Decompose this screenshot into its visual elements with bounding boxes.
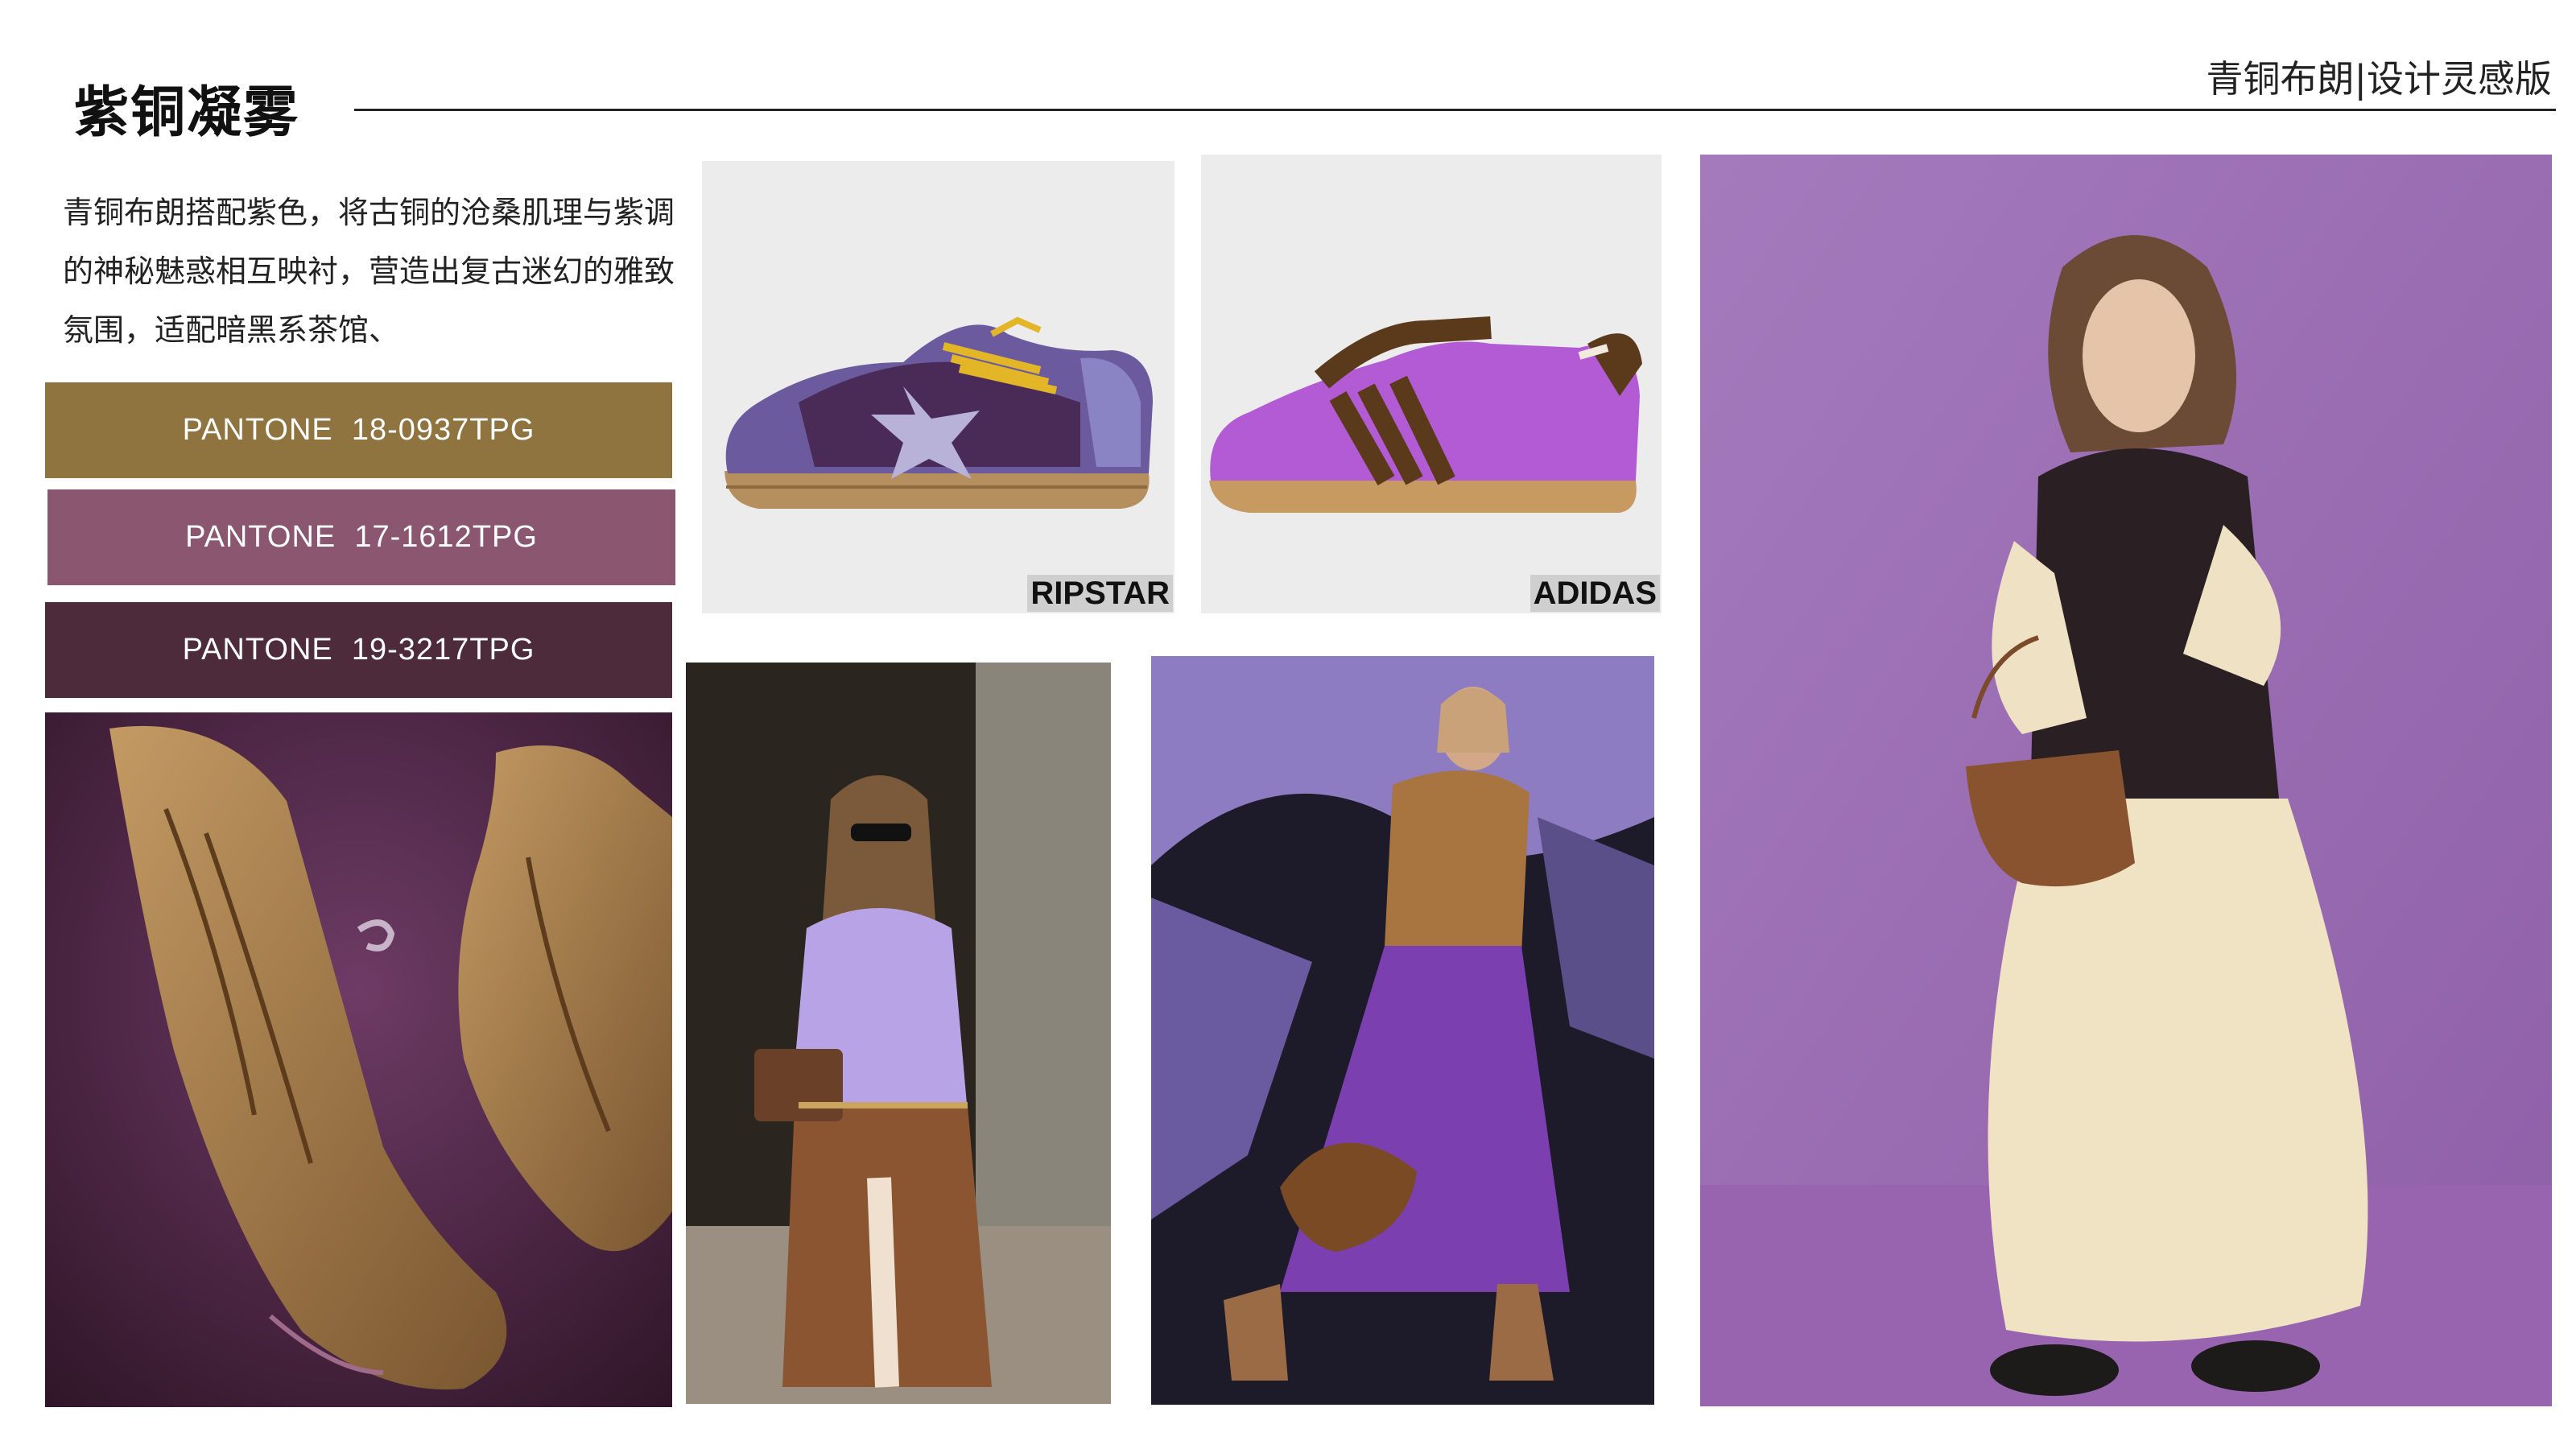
sneaker-ripstar-image: RIPSTAR	[702, 161, 1174, 613]
brand-label-ripstar: RIPSTAR	[1027, 575, 1173, 612]
leather-vest-look-photo	[1700, 155, 2552, 1406]
swatch-pantone-17-1612: PANTONE 17-1612TPG	[47, 489, 675, 585]
header-divider	[354, 109, 2556, 111]
brand-label-adidas: ADIDAS	[1530, 575, 1660, 612]
page-title: 紫铜凝雾	[74, 81, 300, 145]
swatch-pantone-19-3217: PANTONE 19-3217TPG	[45, 602, 672, 698]
swatch-pantone-18-0937: PANTONE 18-0937TPG	[45, 382, 672, 478]
header-subtitle: 青铜布朗|设计灵感版	[2206, 57, 2553, 101]
lavender-sweater-look-photo	[686, 663, 1111, 1404]
purple-skirt-look-photo	[1151, 656, 1654, 1405]
sneaker-adidas-image: ADIDAS	[1201, 155, 1662, 613]
bronze-boots-photo	[45, 712, 672, 1407]
description-text: 青铜布朗搭配紫色，将古铜的沧桑肌理与紫调的神秘魅惑相互映衬，营造出复古迷幻的雅致…	[63, 195, 675, 348]
